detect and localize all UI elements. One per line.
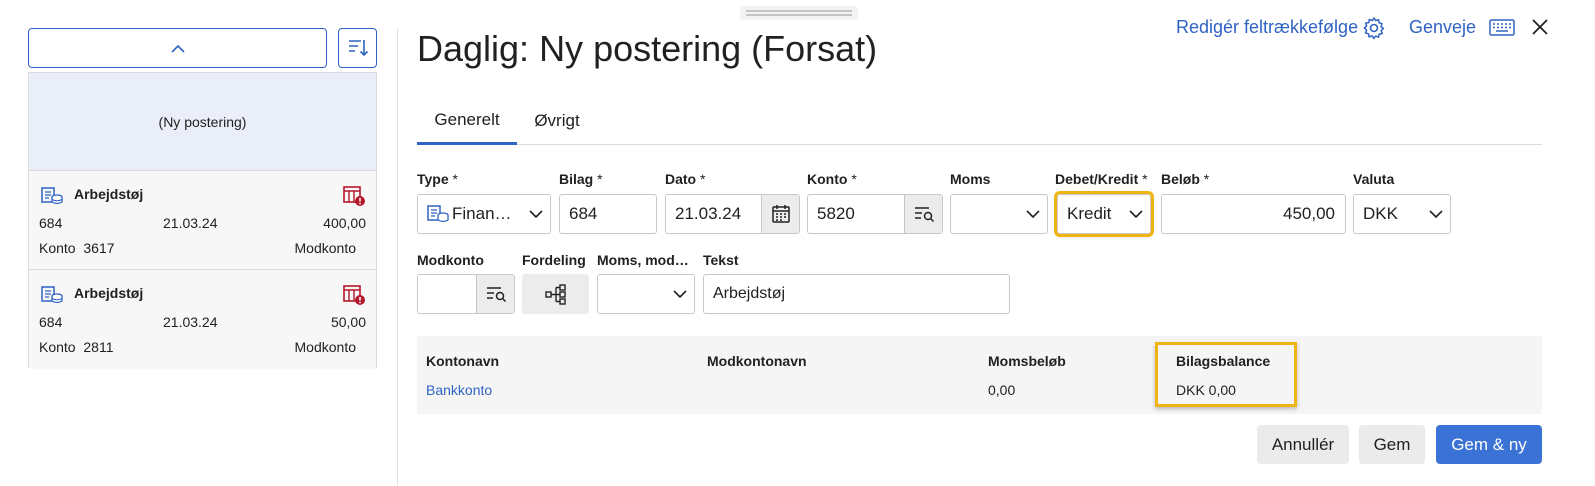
fordeling-button[interactable] — [522, 274, 589, 314]
entry-konto: Konto 2811 — [39, 339, 113, 355]
drag-handle[interactable] — [740, 6, 858, 20]
panel-divider — [397, 28, 398, 486]
dato-field[interactable]: 21.03.24 — [665, 194, 800, 234]
dato-label: Dato * — [665, 171, 706, 187]
distribution-icon — [544, 284, 566, 305]
tab-ovrigt[interactable]: Øvrigt — [527, 97, 587, 144]
entry-konto-value: 2811 — [83, 339, 114, 355]
warning-icon — [342, 284, 366, 309]
tab-label: Generelt — [434, 109, 500, 129]
lookup-icon[interactable] — [476, 275, 514, 313]
entry-date: 21.03.24 — [163, 314, 218, 330]
column-header: Momsbeløb — [988, 353, 1066, 369]
dato-value: 21.03.24 — [675, 204, 742, 223]
list-item[interactable]: Arbejdstøj 684 21.03.24 400,00 Konto 361… — [29, 171, 376, 270]
bilag-label: Bilag * — [559, 171, 603, 187]
chevron-down-icon — [522, 209, 550, 219]
sort-button[interactable] — [338, 28, 377, 68]
valuta-select[interactable]: DKK — [1353, 194, 1451, 234]
entry-modkonto: Modkonto — [294, 339, 356, 355]
belob-label: Beløb * — [1161, 171, 1210, 187]
entry-title: Arbejdstøj — [74, 285, 144, 301]
kontonavn-link[interactable]: Bankkonto — [426, 382, 492, 398]
entry-konto: Konto 3617 — [39, 240, 115, 256]
momsbelob-value: 0,00 — [988, 382, 1016, 398]
close-icon[interactable] — [1530, 17, 1550, 42]
type-value: Finan… — [452, 204, 512, 223]
bilag-field[interactable]: 684 — [559, 194, 657, 234]
moms-mod-label: Moms, mod… — [597, 252, 689, 268]
new-entry-item[interactable]: (Ny postering) — [29, 73, 376, 171]
info-table: Kontonavn Modkontonavn Momsbeløb Bilagsb… — [417, 336, 1542, 414]
gear-icon[interactable] — [1362, 16, 1386, 45]
chevron-up-icon — [170, 44, 185, 53]
chevron-down-icon — [1019, 209, 1047, 219]
warning-icon — [342, 185, 366, 210]
fordeling-label: Fordeling — [522, 252, 586, 268]
entry-bilag: 684 — [39, 314, 63, 330]
sort-icon — [348, 40, 368, 57]
tab-bar: Generelt Øvrigt — [417, 97, 1542, 145]
cancel-button[interactable]: Annullér — [1257, 425, 1349, 464]
entry-bilag: 684 — [39, 215, 63, 231]
chevron-down-icon — [1422, 209, 1450, 219]
tab-label: Øvrigt — [534, 110, 580, 130]
bilag-value: 684 — [569, 204, 598, 223]
entry-konto-label: Konto — [39, 240, 76, 256]
column-header: Modkontonavn — [707, 353, 807, 369]
entry-amount: 400,00 — [323, 215, 366, 231]
chevron-down-icon — [666, 289, 694, 299]
tab-generelt[interactable]: Generelt — [417, 97, 517, 145]
valuta-value: DKK — [1363, 204, 1398, 223]
entry-amount: 50,00 — [330, 314, 366, 330]
belob-value: 450,00 — [1283, 204, 1335, 223]
save-button[interactable]: Gem — [1359, 425, 1425, 464]
entry-date: 21.03.24 — [163, 215, 218, 231]
type-select[interactable]: Finan… — [417, 194, 551, 234]
type-label: Type * — [417, 171, 458, 187]
debet-kredit-value: Kredit — [1067, 204, 1112, 223]
column-header: Kontonavn — [426, 353, 500, 369]
modkonto-label: Modkonto — [417, 252, 484, 268]
valuta-label: Valuta — [1353, 171, 1395, 187]
save-new-button[interactable]: Gem & ny — [1436, 425, 1542, 464]
moms-select[interactable] — [950, 194, 1048, 234]
entry-modkonto: Modkonto — [294, 240, 356, 256]
debet-kredit-label: Debet/Kredit * — [1055, 171, 1148, 187]
modkonto-field[interactable] — [417, 274, 515, 314]
calendar-icon[interactable] — [761, 195, 799, 233]
shortcuts-link[interactable]: Genveje — [1409, 17, 1476, 38]
konto-value: 5820 — [817, 204, 855, 223]
bilagsbalance-highlight — [1155, 342, 1297, 407]
ledger-entry-icon — [418, 204, 449, 224]
konto-label: Konto * — [807, 171, 857, 187]
moms-label: Moms — [950, 171, 991, 187]
debet-kredit-select[interactable]: Kredit — [1054, 191, 1154, 237]
belob-field[interactable]: 450,00 — [1161, 194, 1346, 234]
ledger-entry-icon — [41, 285, 63, 308]
keyboard-icon[interactable] — [1489, 18, 1515, 43]
konto-field[interactable]: 5820 — [807, 194, 943, 234]
entry-title: Arbejdstøj — [74, 186, 144, 202]
collapse-list-button[interactable] — [28, 28, 327, 68]
tekst-label: Tekst — [703, 252, 739, 268]
moms-mod-select[interactable] — [597, 274, 695, 314]
chevron-down-icon — [1122, 209, 1150, 219]
tekst-value: Arbejdstøj — [713, 285, 786, 302]
list-item[interactable]: Arbejdstøj 684 21.03.24 50,00 Konto 2811… — [29, 270, 376, 369]
lookup-icon[interactable] — [904, 195, 942, 233]
new-entry-label: (Ny postering) — [158, 113, 247, 130]
tekst-field[interactable]: Arbejdstøj — [703, 274, 1010, 314]
entry-list: (Ny postering) Arbejdstøj 684 21.03.24 4… — [28, 72, 377, 369]
page-title: Daglig: Ny postering (Forsat) — [417, 28, 878, 69]
entry-konto-value: 3617 — [83, 240, 115, 256]
entry-konto-label: Konto — [39, 339, 76, 355]
edit-field-order-link[interactable]: Redigér feltrækkefølge — [1176, 17, 1358, 38]
ledger-entry-icon — [41, 186, 63, 209]
